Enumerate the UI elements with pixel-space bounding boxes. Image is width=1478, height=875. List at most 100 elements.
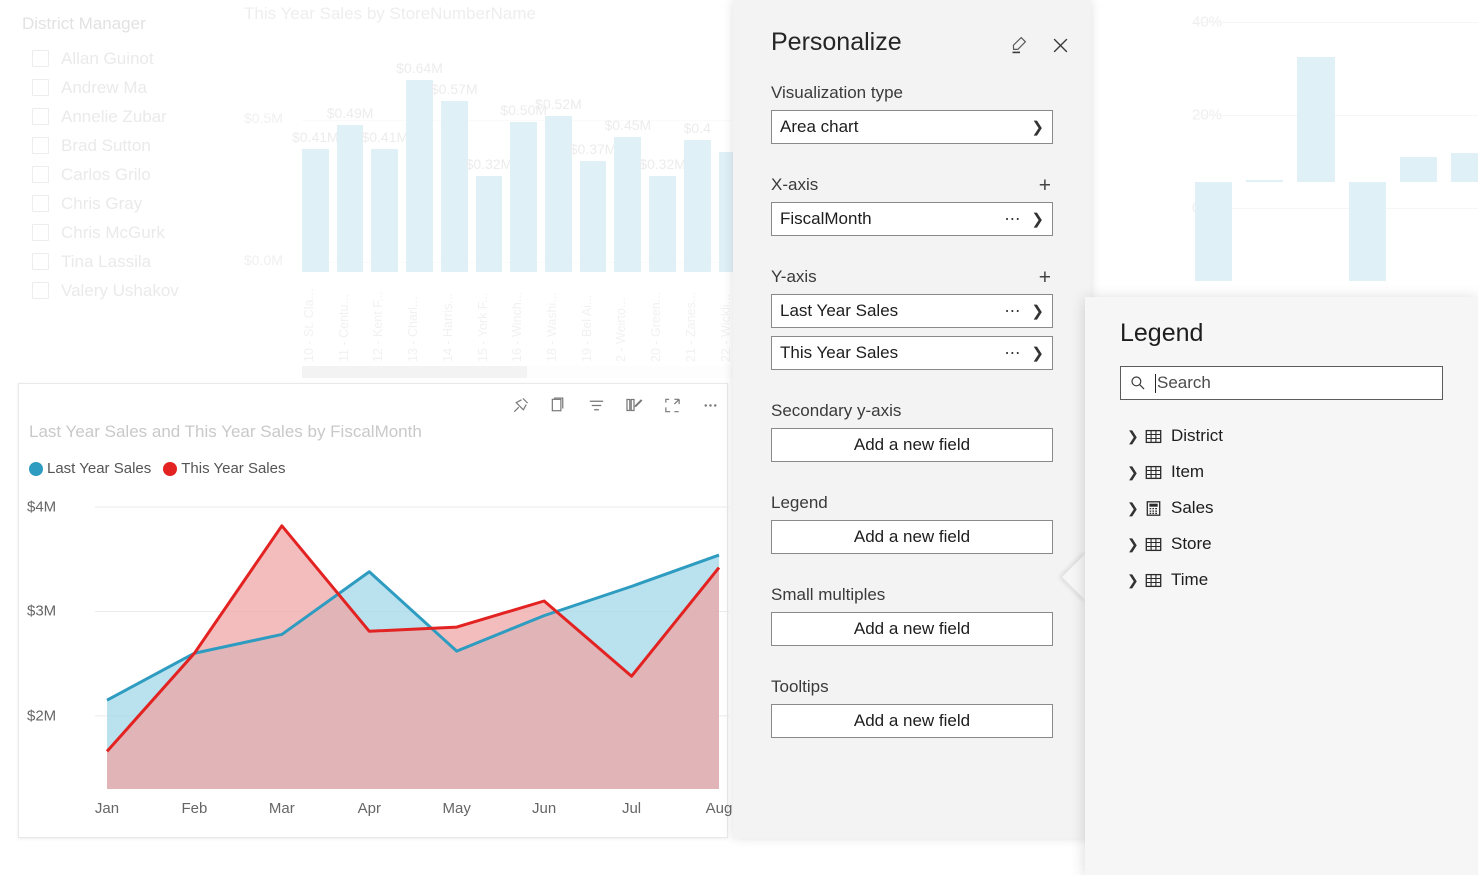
section-header: X-axis + [771, 168, 1053, 202]
slicer-checkbox[interactable] [32, 224, 49, 241]
slicer-item[interactable]: Carlos Grilo [22, 160, 237, 189]
slicer-checkbox[interactable] [32, 282, 49, 299]
slicer-checkbox[interactable] [32, 166, 49, 183]
legend-item-label: Last Year Sales [47, 460, 152, 477]
reset-icon[interactable] [1005, 32, 1031, 58]
bg-chart-scrollbar-thumb[interactable] [302, 366, 527, 378]
legend-item[interactable]: Last Year Sales [29, 460, 151, 477]
visual-title: Last Year Sales and This Year Sales by F… [29, 422, 422, 441]
bar[interactable]: $0.57M [431, 81, 478, 272]
focus-mode-icon[interactable] [661, 394, 683, 416]
bar[interactable]: $0.45M [604, 117, 651, 272]
bar[interactable] [1399, 156, 1437, 182]
chevron-right-icon[interactable]: ❯ [1127, 500, 1145, 517]
slicer-item[interactable]: Tina Lassila [22, 247, 237, 276]
tree-item[interactable]: ❯ Time [1085, 562, 1478, 598]
slicer-checkbox[interactable] [32, 50, 49, 67]
slicer-checkbox[interactable] [32, 79, 49, 96]
this-year-sales-by-store-chart[interactable]: This Year Sales by StoreNumberName $0.5M… [240, 0, 781, 390]
slicer-checkbox[interactable] [32, 253, 49, 270]
bar[interactable]: $0.64M [396, 60, 443, 272]
bar[interactable]: $0.41M [292, 129, 339, 272]
bar[interactable] [1450, 153, 1478, 182]
add-field-plus-icon[interactable]: + [1037, 267, 1053, 288]
tree-item-label: Time [1171, 570, 1209, 589]
add-field-label: Add a new field [853, 527, 971, 546]
slicer-item-label: Tina Lassila [61, 251, 152, 271]
slicer-item[interactable]: Andrew Ma [22, 73, 237, 102]
personalize-icon[interactable] [623, 394, 645, 416]
bar[interactable]: $0.32M [639, 156, 686, 272]
tree-item[interactable]: ❯ Store [1085, 526, 1478, 562]
area-chart-visual[interactable]: Last Year Sales and This Year Sales by F… [18, 383, 732, 838]
add-a-new-field-button[interactable]: Add a new field [771, 704, 1053, 738]
bg-chart-scrollbar[interactable] [302, 366, 780, 378]
personalize-section: Tooltips Add a new field [771, 670, 1053, 738]
section-label: Legend [771, 493, 828, 512]
slicer-item[interactable]: Annelie Zubar [22, 102, 237, 131]
chevron-right-icon[interactable]: ❯ [1127, 572, 1145, 589]
slicer-item[interactable]: Valery Ushakov [22, 276, 237, 305]
chevron-right-icon[interactable]: ❯ [1031, 302, 1044, 320]
bar[interactable] [1297, 57, 1335, 182]
copy-icon[interactable] [547, 394, 569, 416]
chevron-right-icon[interactable]: ❯ [1031, 118, 1044, 136]
slicer-item[interactable]: Allan Guinot [22, 44, 237, 73]
field-well[interactable]: FiscalMonth ⋯ ❯ [771, 202, 1053, 236]
chevron-right-icon[interactable]: ❯ [1127, 536, 1145, 553]
slicer-checkbox[interactable] [32, 108, 49, 125]
tree-item[interactable]: ❯ Item [1085, 454, 1478, 490]
field-well[interactable]: Area chart ❯ [771, 110, 1053, 144]
bar[interactable]: $0.32M [466, 156, 512, 272]
bar[interactable] [1348, 181, 1386, 281]
tree-item-label: Item [1171, 462, 1205, 481]
bar[interactable]: $0.49M [327, 105, 373, 272]
field-well[interactable]: This Year Sales ⋯ ❯ [771, 336, 1053, 370]
chevron-right-icon[interactable]: ❯ [1031, 210, 1044, 228]
bar[interactable] [1246, 179, 1284, 182]
add-field-plus-icon[interactable]: + [1037, 175, 1053, 196]
bar[interactable]: $0.41M [361, 129, 408, 272]
add-a-new-field-button[interactable]: Add a new field [771, 520, 1053, 554]
more-options-icon[interactable] [699, 394, 721, 416]
tree-item[interactable]: ❯ Sales [1085, 490, 1478, 526]
chevron-right-icon[interactable]: ❯ [1127, 464, 1145, 481]
tree-item[interactable]: ❯ District [1085, 418, 1478, 454]
slicer-item[interactable]: Brad Sutton [22, 131, 237, 160]
slicer-item[interactable]: Chris McGurk [22, 218, 237, 247]
bar[interactable]: $0.50M [500, 102, 547, 272]
bar[interactable] [1195, 181, 1233, 281]
slicer-checkbox[interactable] [32, 195, 49, 212]
percent-variance-chart[interactable]: 40% 20% 0% [1100, 0, 1478, 310]
add-field-label: Add a new field [853, 619, 971, 638]
filter-icon[interactable] [585, 394, 607, 416]
slicer-item[interactable]: Chris Gray [22, 189, 237, 218]
field-more-options-icon[interactable]: ⋯ [1004, 301, 1021, 321]
slicer-checkbox[interactable] [32, 137, 49, 154]
bar[interactable]: $0.4 [684, 120, 711, 272]
personalize-section: Secondary y-axis Add a new field [771, 394, 1053, 462]
legend-color-swatch [163, 461, 178, 476]
legend-item[interactable]: This Year Sales [163, 460, 285, 477]
field-more-options-icon[interactable]: ⋯ [1004, 343, 1021, 363]
pin-icon[interactable] [509, 394, 531, 416]
legend-flyout[interactable]: Legend Search ❯ District ❯ Item ❯ Sales ❯ Store… [1085, 297, 1478, 875]
chevron-right-icon[interactable]: ❯ [1127, 428, 1145, 445]
district-manager-slicer[interactable]: District Manager Allan Guinot Andrew Ma An… [22, 14, 237, 305]
field-more-options-icon[interactable]: ⋯ [1004, 209, 1021, 229]
bar[interactable]: $0.52M [535, 96, 582, 272]
add-a-new-field-button[interactable]: Add a new field [771, 612, 1053, 646]
bar-data-label: $0.49M [326, 105, 374, 121]
personalize-pane[interactable]: Personalize Visualization type Area chart… [733, 0, 1091, 838]
field-tree: ❯ District ❯ Item ❯ Sales ❯ Store ❯ Time [1085, 418, 1478, 598]
bar[interactable]: $0.37M [570, 141, 616, 272]
chevron-right-icon[interactable]: ❯ [1031, 344, 1044, 362]
section-header: Legend [771, 486, 1053, 520]
bar-data-label: $0.32M [639, 156, 686, 172]
close-icon[interactable] [1047, 32, 1073, 58]
add-a-new-field-button[interactable]: Add a new field [771, 428, 1053, 462]
bg-y-tick-1: $0.0M [244, 252, 283, 268]
search-input[interactable]: Search [1120, 366, 1443, 400]
field-well[interactable]: Last Year Sales ⋯ ❯ [771, 294, 1053, 328]
